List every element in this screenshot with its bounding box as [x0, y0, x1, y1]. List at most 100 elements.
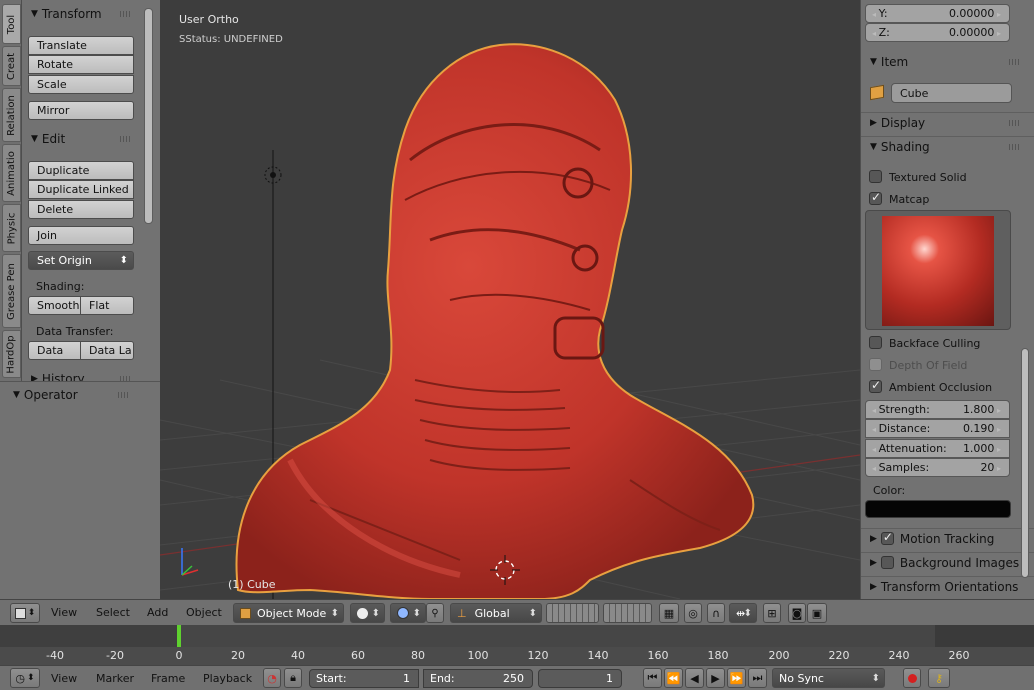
history-panel-header[interactable]: ▶ History [22, 369, 160, 381]
motion-tracking-panel-header[interactable]: ▶ Motion Tracking [861, 528, 1034, 548]
preview-range-toggle[interactable]: ◔ [263, 668, 281, 688]
join-button[interactable]: Join [28, 226, 134, 245]
drag-grip-icon[interactable] [1009, 120, 1021, 126]
scene-layers-row-1[interactable] [546, 603, 599, 623]
play-icon: ▶ [711, 671, 720, 685]
proportional-edit-button[interactable]: ◎ [684, 603, 702, 623]
lock-camera-button[interactable]: ▦ [659, 603, 679, 623]
snap-target-button[interactable]: ⊞ [763, 603, 781, 623]
end-frame-field[interactable]: End: 250 [423, 669, 533, 688]
render-opengl-image-button[interactable]: ◙ [788, 603, 806, 623]
jump-next-keyframe-button[interactable]: ⏩ [727, 668, 746, 688]
manipulator-toggle[interactable]: ⚲ [426, 603, 444, 623]
auto-keying-button[interactable] [903, 668, 921, 688]
tab-relation[interactable]: Relation [2, 88, 21, 142]
timeline-menu-marker[interactable]: Marker [96, 672, 134, 685]
play-button[interactable]: ▶ [706, 668, 725, 688]
matcap-checkbox[interactable] [869, 190, 882, 205]
edit-panel-header[interactable]: ▼ Edit [22, 129, 160, 149]
data-layout-button[interactable]: Data La [80, 341, 134, 360]
depth-of-field-checkbox[interactable] [869, 358, 882, 371]
timeline-ruler[interactable]: -40 -20 0 20 40 60 80 100 120 140 160 18… [0, 647, 1034, 665]
drag-grip-icon[interactable] [120, 136, 132, 142]
object-mode-icon [240, 607, 251, 619]
ao-color-swatch[interactable] [865, 500, 1011, 518]
pivot-point-dropdown[interactable] [390, 603, 426, 623]
display-panel-header[interactable]: ▶ Display [861, 112, 1034, 132]
mirror-button[interactable]: Mirror [28, 101, 134, 120]
ao-attenuation-field[interactable]: Attenuation: 1.000 [865, 439, 1010, 458]
menu-view[interactable]: View [51, 606, 77, 619]
rotate-button[interactable]: Rotate [28, 55, 134, 74]
sync-mode-dropdown[interactable]: No Sync [772, 668, 885, 688]
background-images-panel-header[interactable]: ▶ Background Images [861, 552, 1034, 572]
keying-set-button[interactable]: ⚷ [928, 668, 950, 688]
scene-layers-row-2[interactable] [603, 603, 652, 623]
dropdown-arrows-icon: ⬍ [27, 673, 35, 683]
set-origin-dropdown[interactable]: Set Origin ⬍ [28, 251, 134, 270]
motion-tracking-checkbox[interactable] [880, 530, 894, 545]
snap-toggle[interactable]: ∩ [707, 603, 725, 623]
lock-time-cursor-button[interactable]: 🔒︎ [284, 668, 302, 688]
duplicate-button[interactable]: Duplicate [28, 161, 134, 180]
delete-button[interactable]: Delete [28, 200, 134, 219]
duplicate-linked-button[interactable]: Duplicate Linked [28, 180, 134, 199]
shading-label: Shading: [36, 280, 85, 293]
transform-orientations-panel-header[interactable]: ▶ Transform Orientations [861, 576, 1034, 596]
transform-orientation-dropdown[interactable]: ⊥ Global [450, 603, 542, 623]
viewport-shading-dropdown[interactable] [350, 603, 385, 623]
jump-start-button[interactable]: ⏮ [643, 668, 662, 688]
menu-object[interactable]: Object [186, 606, 222, 619]
timeline-menu-frame[interactable]: Frame [151, 672, 185, 685]
drag-grip-icon[interactable] [118, 392, 130, 398]
start-frame-field[interactable]: Start: 1 [309, 669, 419, 688]
timeline-editor-type-button[interactable]: ◷ ⬍ [10, 668, 40, 688]
flat-button[interactable]: Flat [80, 296, 134, 315]
snap-element-dropdown[interactable]: ⇹ [729, 603, 757, 623]
operator-panel-header[interactable]: ▼ Operator [4, 385, 142, 405]
ambient-occlusion-checkbox[interactable] [869, 378, 882, 393]
tab-grease-pencil[interactable]: Grease Pen [2, 254, 21, 328]
mode-dropdown[interactable]: Object Mode [233, 603, 344, 623]
timeline-menu-view[interactable]: View [51, 672, 77, 685]
matcap-preview-box[interactable] [865, 210, 1011, 330]
tool-shelf-scrollbar[interactable] [144, 8, 153, 224]
timeline-menu-playback[interactable]: Playback [203, 672, 252, 685]
backface-culling-checkbox[interactable] [869, 336, 882, 349]
play-reverse-button[interactable]: ◀ [685, 668, 704, 688]
data-button[interactable]: Data [28, 341, 81, 360]
play-reverse-icon: ◀ [690, 671, 699, 685]
3d-viewport[interactable]: User Ortho SStatus: UNDEFINED (1) Cube [160, 0, 860, 599]
tab-tool[interactable]: Tool [2, 4, 21, 44]
tab-physics[interactable]: Physic [2, 204, 21, 252]
render-opengl-animation-button[interactable]: ▣ [807, 603, 827, 623]
tab-create[interactable]: Creat [2, 46, 21, 86]
ao-samples-field[interactable]: Samples: 20 [865, 458, 1010, 477]
current-frame-marker[interactable] [177, 625, 181, 647]
smooth-button[interactable]: Smooth [28, 296, 81, 315]
shading-panel-header[interactable]: ▼ Shading [861, 136, 1034, 156]
textured-solid-checkbox[interactable] [869, 170, 882, 183]
current-frame-field[interactable]: 1 [538, 669, 622, 688]
translate-button[interactable]: Translate [28, 36, 134, 55]
n-panel-scrollbar[interactable] [1021, 348, 1029, 578]
ao-distance-field[interactable]: Distance: 0.190 [865, 419, 1010, 438]
drag-grip-icon[interactable] [1009, 59, 1021, 65]
tab-hardops[interactable]: HardOp [2, 330, 21, 378]
jump-end-button[interactable]: ⏭ [748, 668, 767, 688]
background-images-checkbox[interactable] [880, 556, 894, 569]
location-z-field[interactable]: Z: 0.00000 [865, 23, 1010, 42]
transform-panel-header[interactable]: ▼ Transform [22, 4, 160, 24]
item-panel-header[interactable]: ▼ Item [861, 52, 1034, 72]
location-y-field[interactable]: Y: 0.00000 [865, 4, 1010, 23]
ao-strength-field[interactable]: Strength: 1.800 [865, 400, 1010, 419]
tab-animation[interactable]: Animatio [2, 144, 21, 202]
object-name-field[interactable]: Cube [891, 83, 1012, 103]
editor-type-button[interactable]: ⬍ [10, 603, 40, 623]
drag-grip-icon[interactable] [120, 11, 132, 17]
scale-button[interactable]: Scale [28, 75, 134, 94]
menu-select[interactable]: Select [96, 606, 130, 619]
drag-grip-icon[interactable] [1009, 144, 1021, 150]
jump-prev-keyframe-button[interactable]: ⏪ [664, 668, 683, 688]
menu-add[interactable]: Add [147, 606, 168, 619]
